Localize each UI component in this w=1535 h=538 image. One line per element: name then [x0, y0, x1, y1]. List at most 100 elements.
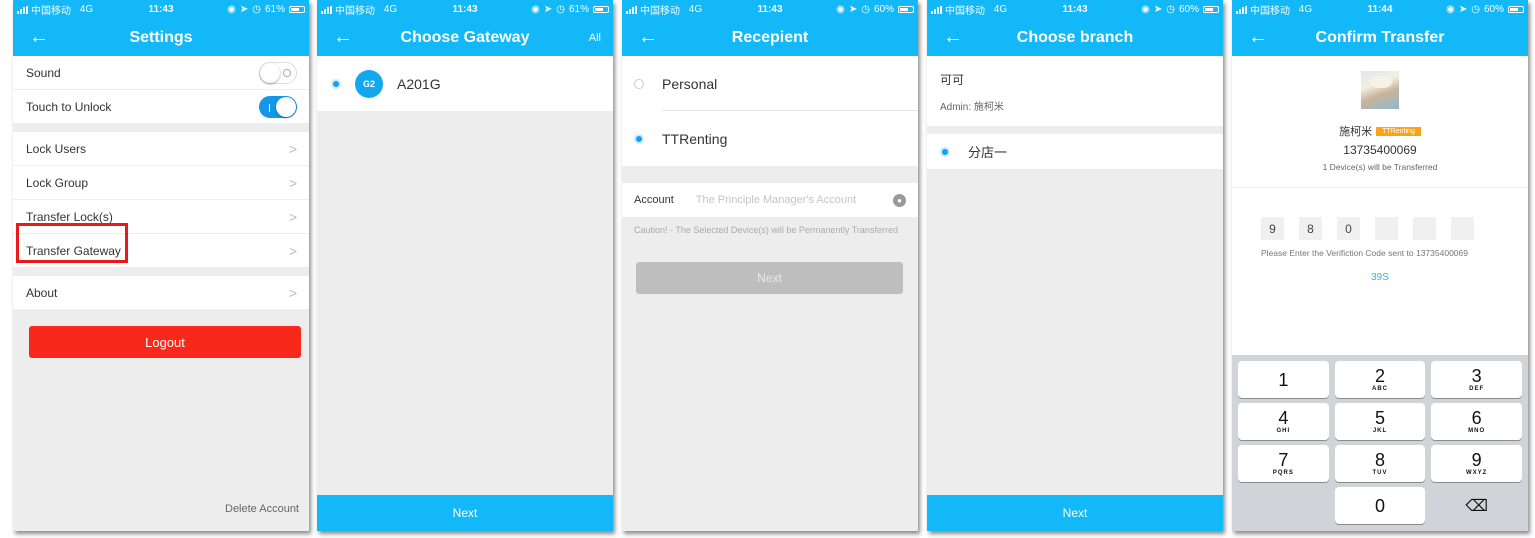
code-digit[interactable] [1451, 217, 1474, 240]
alarm-icon: ◷ [1471, 4, 1480, 15]
next-button[interactable]: Next [927, 495, 1223, 531]
page-title: Recepient [731, 28, 809, 46]
key-letters: DEF [1469, 386, 1485, 392]
back-arrow-icon[interactable]: ← [1248, 27, 1268, 47]
key-0[interactable]: 0 [1334, 487, 1426, 524]
back-arrow-icon[interactable]: ← [333, 27, 353, 47]
battery-percent: 60% [873, 4, 894, 15]
delete-account-link[interactable]: Delete Account [225, 503, 299, 515]
next-button[interactable]: Next [317, 495, 613, 531]
key-number: 5 [1374, 408, 1385, 428]
lock-rotation-icon: ◉ [1141, 4, 1150, 15]
account-label: Account [634, 194, 674, 206]
status-bar: 中国移动 4G 11:44 ◉ ➤ ◷ 60% [1232, 0, 1528, 19]
chevron-right-icon: > [288, 284, 297, 301]
menu-item-transfer-locks[interactable]: Transfer Lock(s) > [13, 200, 309, 234]
sound-toggle[interactable] [259, 61, 297, 84]
key-7[interactable]: 7 PQRS [1238, 445, 1329, 482]
option-personal[interactable]: Personal [622, 56, 918, 111]
menu-label: About [26, 285, 58, 300]
key-3[interactable]: 3 DEF [1431, 361, 1522, 398]
alarm-icon: ◷ [1166, 4, 1175, 15]
logout-button[interactable]: Logout [29, 326, 301, 358]
option-ttrenting[interactable]: TTRenting [622, 111, 918, 166]
radio-selected[interactable] [940, 146, 950, 157]
code-digit[interactable]: 0 [1337, 217, 1360, 240]
menu-label: Transfer Lock(s) [26, 209, 113, 224]
menu-item-about[interactable]: About > [13, 276, 309, 310]
gateway-name: A201G [397, 75, 441, 92]
sound-label: Sound [26, 65, 61, 80]
status-right: ◉ ➤ ◷ 60% [836, 4, 914, 15]
battery-percent: 61% [568, 4, 589, 15]
code-digit[interactable]: 8 [1299, 217, 1322, 240]
back-arrow-icon[interactable]: ← [638, 27, 658, 47]
key-number: 8 [1374, 450, 1385, 470]
radio-selected[interactable] [634, 133, 644, 144]
key-1[interactable]: 1 [1238, 361, 1329, 398]
page-title: Confirm Transfer [1315, 28, 1445, 46]
status-bar: 中国移动 4G 11:43 ◉ ➤ ◷ 61% [13, 0, 309, 19]
key-number: 6 [1471, 408, 1482, 428]
caution-text: Caution! - The Selected Device(s) will b… [634, 225, 898, 235]
code-digit[interactable]: 9 [1261, 217, 1284, 240]
radio-unselected[interactable] [634, 78, 644, 89]
lock-rotation-icon: ◉ [1446, 4, 1455, 15]
page-title: Settings [129, 28, 193, 46]
company-badge: TTRenting [1376, 126, 1421, 136]
key-number: 0 [1374, 495, 1385, 516]
key-letters: JKL [1372, 428, 1388, 434]
location-icon: ➤ [543, 4, 553, 15]
alarm-icon: ◷ [556, 4, 565, 15]
key-5[interactable]: 5 JKL [1334, 403, 1426, 440]
lock-rotation-icon: ◉ [227, 4, 236, 15]
status-bar: 中国移动 4G 11:43 ◉ ➤ ◷ 61% [317, 0, 613, 19]
countdown-timer: 39S [1371, 272, 1389, 283]
branch-item[interactable]: 分店一 [927, 134, 1223, 169]
person-icon[interactable]: ● [893, 193, 906, 207]
code-digit[interactable] [1375, 217, 1398, 240]
status-right: ◉ ➤ ◷ 61% [227, 4, 305, 15]
delete-key[interactable]: ⌫ [1431, 487, 1522, 524]
account-field[interactable]: Account The Principle Manager's Account … [622, 183, 918, 217]
menu-item-lock-users[interactable]: Lock Users > [13, 132, 309, 166]
key-letters: MNO [1468, 428, 1486, 434]
battery-icon [898, 6, 914, 13]
back-arrow-icon[interactable]: ← [943, 27, 963, 47]
header: 中国移动 4G 11:43 ◉ ➤ ◷ 60% ← Choose branch [927, 0, 1223, 56]
back-arrow-icon[interactable]: ← [29, 27, 49, 47]
key-2[interactable]: 2 ABC [1334, 361, 1426, 398]
radio-selected[interactable] [331, 78, 341, 89]
company-name: 可可 [940, 73, 965, 87]
next-button[interactable]: Next [636, 262, 903, 294]
code-input[interactable]: 9 8 0 [1232, 217, 1528, 240]
lock-rotation-icon: ◉ [836, 4, 845, 15]
status-bar: 中国移动 4G 11:43 ◉ ➤ ◷ 60% [927, 0, 1223, 19]
menu-item-transfer-gateway[interactable]: Transfer Gateway > [13, 234, 309, 268]
touch-unlock-toggle[interactable] [259, 95, 297, 118]
key-9[interactable]: 9 WXYZ [1431, 445, 1522, 482]
key-blank [1238, 487, 1329, 524]
numeric-keypad: 1 2 ABC 3 DEF 4 GHI 5 JKL 6 MNO 7 PQRS 8 TUV 9 WXYZ 0 ⌫ [1232, 355, 1528, 531]
choose-branch-screen: 中国移动 4G 11:43 ◉ ➤ ◷ 60% ← Choose branch 可可 … [927, 0, 1223, 531]
device-count: 1 Device(s) will be Transferred [1322, 162, 1438, 172]
account-input[interactable]: The Principle Manager's Account [696, 194, 856, 206]
battery-icon [289, 6, 305, 13]
status-right: ◉ ➤ ◷ 60% [1446, 4, 1524, 15]
select-all-button[interactable]: All [589, 32, 601, 44]
key-4[interactable]: 4 GHI [1238, 403, 1329, 440]
key-number: 7 [1278, 450, 1289, 470]
status-right: ◉ ➤ ◷ 61% [531, 4, 609, 15]
key-8[interactable]: 8 TUV [1334, 445, 1426, 482]
battery-icon [1508, 6, 1524, 13]
header: 中国移动 4G 11:43 ◉ ➤ ◷ 61% ← Settings [13, 0, 309, 56]
verification-prompt: Please Enter the Verifiction Code sent t… [1261, 248, 1468, 258]
confirm-transfer-screen: 中国移动 4G 11:44 ◉ ➤ ◷ 60% ← Confirm Transfer … [1232, 0, 1528, 531]
location-icon: ➤ [1458, 4, 1468, 15]
page-title: Choose Gateway [400, 28, 530, 46]
gateway-item[interactable]: G2 A201G [317, 56, 613, 111]
key-6[interactable]: 6 MNO [1431, 403, 1522, 440]
menu-item-lock-group[interactable]: Lock Group > [13, 166, 309, 200]
code-digit[interactable] [1413, 217, 1436, 240]
alarm-icon: ◷ [252, 4, 261, 15]
